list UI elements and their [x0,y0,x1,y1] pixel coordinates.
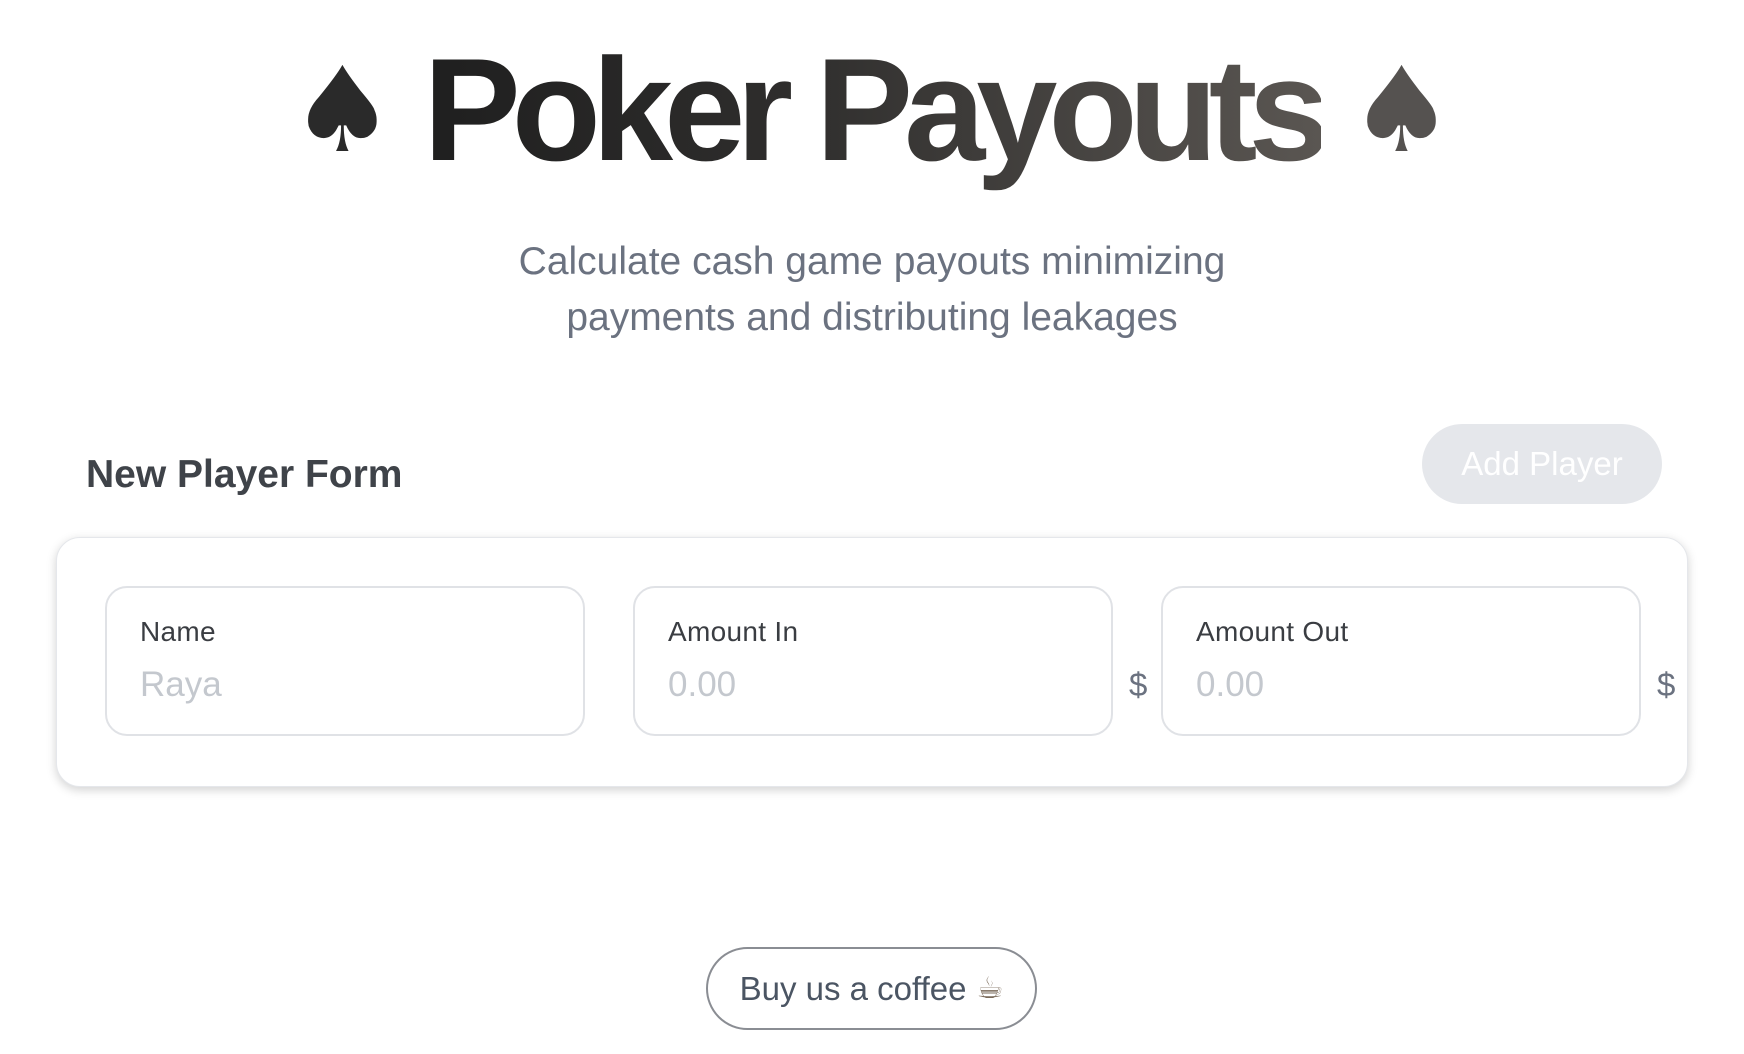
page: ♠ Poker Payouts ♠ Calculate cash game pa… [0,0,1744,1054]
new-player-form: Name Amount In $ Amount Out $ [56,537,1688,787]
form-heading: New Player Form [86,453,403,496]
amount-in-field-label: Amount In [668,616,799,647]
name-field[interactable]: Name [105,586,591,736]
buy-coffee-label: Buy us a coffee [739,969,967,1007]
spade-icon: ♠ [1348,41,1455,180]
page-header: ♠ Poker Payouts ♠ [0,28,1744,191]
name-input-row [140,664,591,706]
subtitle-line-2: payments and distributing leakages [566,296,1178,339]
amount-in-field[interactable]: Amount In $ [633,586,1147,736]
amount-out-field[interactable]: Amount Out $ [1161,586,1675,736]
amount-in-input-row: $ [668,664,1147,706]
spade-icon: ♠ [289,41,396,180]
dollar-sign-icon: $ [1129,666,1148,703]
add-player-button[interactable]: Add Player [1422,424,1662,504]
coffee-cup-icon: ☕ [976,971,1004,1006]
dollar-sign-icon: $ [1657,666,1676,703]
amount-out-field-label: Amount Out [1196,616,1349,647]
page-subtitle: Calculate cash game payouts minimizing p… [472,234,1272,346]
amount-out-input-row: $ [1196,664,1675,706]
buy-coffee-button[interactable]: Buy us a coffee ☕ [706,947,1037,1030]
name-input[interactable] [140,664,591,706]
amount-in-input[interactable] [668,664,1119,706]
amount-out-input[interactable] [1196,664,1647,706]
name-field-label: Name [140,616,216,647]
subtitle-line-1: Calculate cash game payouts minimizing [518,240,1226,283]
page-title: Poker Payouts [423,28,1329,191]
